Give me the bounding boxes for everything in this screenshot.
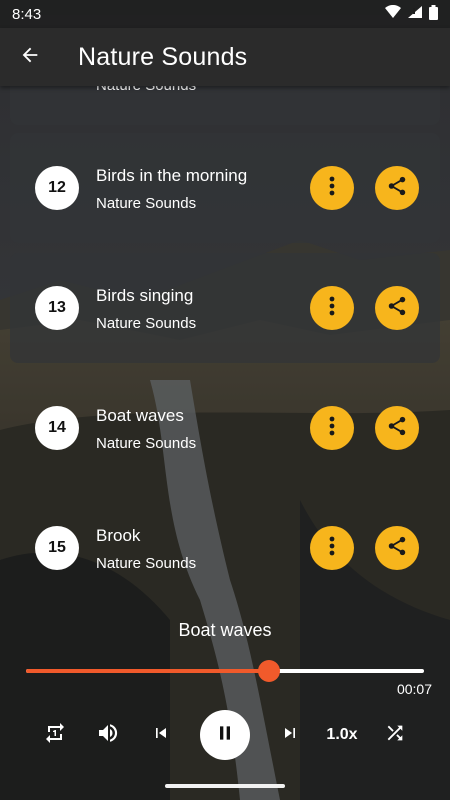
pause-button[interactable] <box>200 710 250 760</box>
track-number-badge: 13 <box>35 286 79 330</box>
share-button[interactable] <box>375 526 419 570</box>
more-vertical-icon <box>329 536 335 561</box>
wifi-icon <box>385 4 401 23</box>
track-title: Birds singing <box>96 286 194 305</box>
skip-next-icon <box>280 723 300 748</box>
share-button[interactable] <box>375 406 419 450</box>
next-button[interactable] <box>275 705 305 765</box>
share-button[interactable] <box>375 286 419 330</box>
share-icon <box>386 535 408 562</box>
playback-speed-button[interactable]: 1.0x <box>322 705 362 765</box>
home-indicator <box>165 784 285 788</box>
track-number-badge: 14 <box>35 406 79 450</box>
seek-bar[interactable] <box>26 660 424 682</box>
more-vertical-icon <box>329 416 335 441</box>
more-options-button[interactable] <box>310 406 354 450</box>
more-options-button[interactable] <box>310 286 354 330</box>
more-options-button[interactable] <box>310 526 354 570</box>
track-title: Birds in the morning <box>96 166 248 185</box>
more-vertical-icon <box>329 296 335 321</box>
share-icon <box>386 295 408 322</box>
track-number-badge: 12 <box>35 166 79 210</box>
battery-icon <box>429 4 438 24</box>
volume-icon <box>96 721 120 750</box>
pause-icon <box>215 723 235 748</box>
volume-button[interactable] <box>93 705 123 765</box>
repeat-button[interactable] <box>40 705 70 765</box>
arrow-left-icon <box>19 44 41 71</box>
share-icon <box>386 415 408 442</box>
track-item-14[interactable]: 14 Boat waves Nature Sounds <box>10 373 440 483</box>
back-button[interactable] <box>0 28 60 86</box>
track-subtitle: Nature Sounds <box>96 195 197 212</box>
page-title: Nature Sounds <box>78 42 248 71</box>
more-vertical-icon <box>329 176 335 201</box>
more-options-button[interactable] <box>310 166 354 210</box>
status-bar: 8:43 <box>0 0 450 28</box>
track-title: Brook <box>96 526 141 545</box>
share-button[interactable] <box>375 166 419 210</box>
player-controls: 1.0x <box>0 705 450 765</box>
elapsed-time: 00:07 <box>396 681 432 697</box>
seek-progress <box>26 669 269 673</box>
signal-icon <box>407 5 423 23</box>
track-item-13[interactable]: 13 Birds singing Nature Sounds <box>10 253 440 363</box>
track-item-12[interactable]: 12 Birds in the morning Nature Sounds <box>10 133 440 243</box>
now-playing-title: Boat waves <box>178 620 272 640</box>
shuffle-button[interactable] <box>380 705 410 765</box>
app-bar: Nature Sounds <box>0 28 450 86</box>
track-subtitle: Nature Sounds <box>96 315 197 332</box>
track-item-15[interactable]: 15 Brook Nature Sounds <box>10 493 440 603</box>
track-subtitle: Nature Sounds <box>96 435 197 452</box>
track-title: Boat waves <box>96 406 184 425</box>
repeat-one-icon <box>43 721 67 750</box>
skip-previous-icon <box>151 723 171 748</box>
seek-thumb[interactable] <box>257 660 280 682</box>
previous-button[interactable] <box>146 705 176 765</box>
share-icon <box>386 175 408 202</box>
track-number-badge: 15 <box>35 526 79 570</box>
track-subtitle: Nature Sounds <box>96 555 197 572</box>
status-time: 8:43 <box>12 5 42 23</box>
shuffle-icon <box>384 722 406 749</box>
